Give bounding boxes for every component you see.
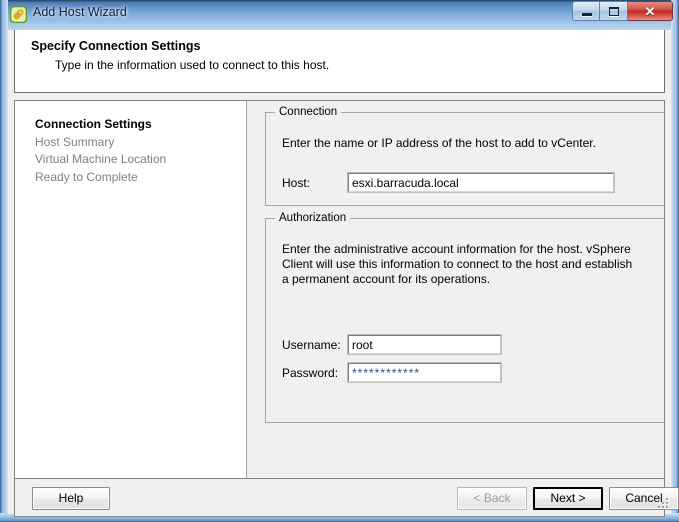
wizard-footer: Help < Back Next > Cancel: [14, 478, 679, 517]
connection-groupbox: Connection Enter the name or IP address …: [265, 106, 664, 206]
wizard-link-icon: [9, 5, 28, 24]
wizard-body: Connection Settings Host Summary Virtual…: [14, 100, 665, 478]
close-button[interactable]: ✕: [628, 1, 673, 21]
username-label: Username:: [282, 338, 341, 352]
title-bar[interactable]: Add Host Wizard ✕: [0, 0, 679, 30]
username-input[interactable]: root: [347, 334, 502, 355]
authorization-groupbox-legend: Authorization: [275, 212, 351, 224]
grip-dot: [666, 506, 668, 508]
window-border-right: [671, 0, 679, 522]
wizard-form-pane: Connection Enter the name or IP address …: [248, 101, 664, 478]
help-button[interactable]: Help: [32, 487, 110, 510]
password-input[interactable]: ************: [347, 362, 502, 383]
minimize-button[interactable]: [572, 1, 600, 21]
host-label: Host:: [282, 176, 311, 190]
window-border-left: [0, 0, 8, 522]
grip-dot: [666, 498, 668, 500]
connection-description: Enter the name or IP address of the host…: [282, 136, 596, 150]
window-title: Add Host Wizard: [33, 5, 127, 19]
sidebar-item-ready-to-complete[interactable]: Ready to Complete: [35, 170, 138, 184]
client-area: Specify Connection Settings Type in the …: [8, 30, 679, 517]
minimize-icon: [582, 13, 592, 16]
password-label: Password:: [282, 366, 339, 380]
sidebar-item-virtual-machine-location[interactable]: Virtual Machine Location: [35, 152, 166, 166]
back-button: < Back: [457, 487, 527, 510]
wizard-steps-list: Connection Settings Host Summary Virtual…: [15, 101, 247, 478]
page-subtitle: Type in the information used to connect …: [55, 58, 330, 72]
authorization-description: Enter the administrative account informa…: [282, 242, 633, 286]
sidebar-item-connection-settings[interactable]: Connection Settings: [35, 117, 152, 131]
grip-dot: [662, 506, 664, 508]
maximize-icon: [609, 7, 619, 16]
grip-dot: [662, 502, 664, 504]
next-button[interactable]: Next >: [533, 487, 603, 510]
maximize-button[interactable]: [600, 1, 628, 21]
grip-dot: [658, 506, 660, 508]
sidebar-item-host-summary[interactable]: Host Summary: [35, 135, 114, 149]
connection-groupbox-legend: Connection: [275, 106, 342, 118]
page-title: Specify Connection Settings: [31, 39, 201, 53]
add-host-wizard-window: Add Host Wizard ✕ Specify Connection Set…: [0, 0, 679, 522]
window-controls: ✕: [572, 1, 673, 22]
authorization-groupbox: Authorization Enter the administrative a…: [265, 212, 664, 423]
resize-grip[interactable]: [656, 498, 669, 511]
close-icon: ✕: [644, 4, 656, 19]
host-input[interactable]: esxi.barracuda.local: [347, 172, 615, 193]
grip-dot: [666, 502, 668, 504]
wizard-header: Specify Connection Settings Type in the …: [14, 30, 665, 93]
